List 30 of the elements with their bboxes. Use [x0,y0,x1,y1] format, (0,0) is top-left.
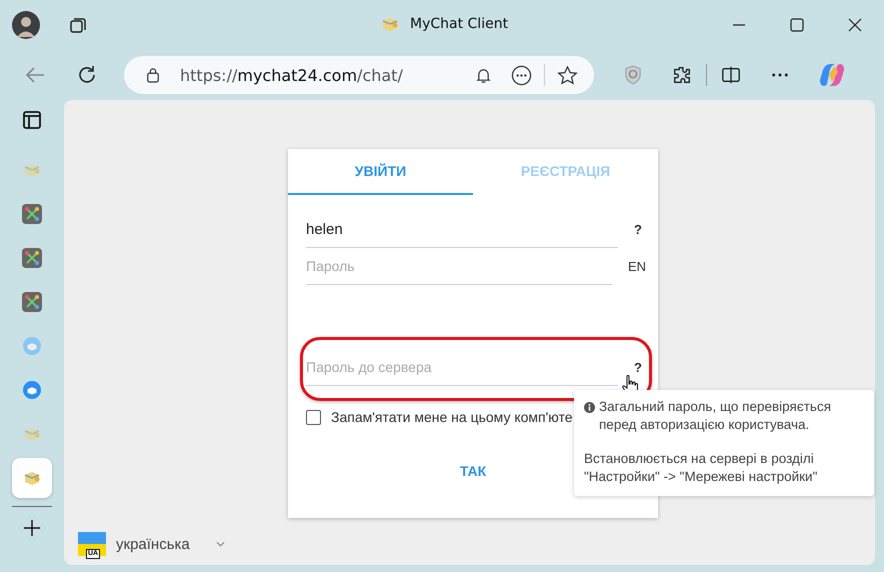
tooltip-text: Встановлюється на сервері в розділі "Настройки" -> "Мережеві настройки" [584,450,818,486]
menu-dots-icon[interactable] [771,72,789,78]
star-icon[interactable] [557,64,578,86]
tooltip-text: Загальний пароль, що перевіряється перед авторизацією користувача. [599,398,832,434]
network-icon [22,292,42,312]
maximize-icon[interactable] [790,18,804,32]
remember-checkbox[interactable] [306,410,321,424]
split-screen-icon[interactable] [721,65,741,85]
close-icon[interactable] [848,18,862,32]
language-indicator[interactable]: EN [628,258,646,274]
help-mark[interactable]: ? [634,222,646,238]
chevron-down-icon [216,541,225,547]
help-mark[interactable]: ? [634,360,646,376]
sidebar-panel-icon[interactable] [22,110,42,130]
add-icon[interactable] [23,519,41,537]
shield-icon[interactable] [624,65,642,85]
more-options-icon[interactable] [511,64,532,86]
chat-bubble-icon [23,337,41,355]
window-title: MyChat Client [410,16,508,32]
remember-label: Запам'ятати мене на цьому комп'юте [331,409,573,425]
bell-icon[interactable] [476,66,491,84]
lock-icon [146,67,160,83]
url-text: https://mychat24.com/chat/ [180,66,404,84]
network-icon [22,248,42,268]
profile-avatar[interactable] [12,11,40,39]
chat-bubble-icon [23,381,41,399]
info-icon [584,402,595,413]
extensions-icon[interactable] [672,65,692,85]
network-icon [22,204,42,224]
address-bar[interactable]: https://mychat24.com/chat/ [124,56,594,94]
